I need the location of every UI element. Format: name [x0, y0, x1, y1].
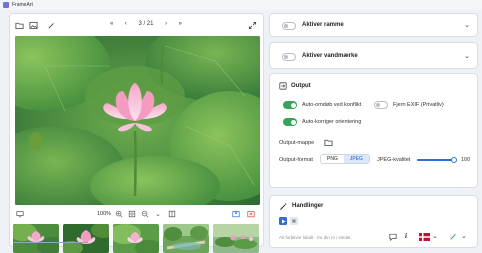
- chevron-down-icon[interactable]: ⌄: [464, 52, 470, 60]
- jpeg-quality-slider[interactable]: [417, 159, 455, 161]
- info-icon[interactable]: i: [405, 232, 407, 240]
- format-option-jpeg[interactable]: JPEG: [343, 155, 369, 163]
- frame-card: Aktiver ramme ⌄: [269, 13, 478, 37]
- compare-icon[interactable]: [167, 209, 177, 219]
- chevron-down-icon[interactable]: ⌄: [461, 232, 467, 240]
- fit-screen-icon[interactable]: [15, 209, 25, 219]
- magic-wand-icon: [279, 202, 288, 213]
- thumbnail-lotus-pink-2[interactable]: [63, 224, 109, 253]
- format-option-png[interactable]: PNG: [321, 155, 344, 163]
- thumbnail-scrollbar[interactable]: [13, 242, 88, 243]
- magic-wand-icon[interactable]: [45, 19, 57, 31]
- frame-label: Aktiver ramme: [302, 22, 344, 28]
- next-page-button[interactable]: ›: [165, 21, 167, 27]
- preview-toolbar: « ‹ 3 / 21 › »: [10, 14, 265, 36]
- image-pager: « ‹ 3 / 21 › »: [110, 21, 182, 27]
- actions-title: Handlinger: [292, 203, 324, 209]
- strip-exif-toggle[interactable]: [374, 101, 388, 109]
- title-bar: FrameArt: [0, 0, 482, 10]
- jpeg-quality-value: 100: [461, 157, 471, 163]
- add-image-icon[interactable]: [27, 19, 39, 31]
- app-logo-icon: [3, 2, 9, 8]
- export-image-icon[interactable]: [231, 209, 241, 219]
- output-format-label: Output-format: [279, 157, 313, 163]
- actions-card: Handlinger Alt forbliver lokalt - for di…: [269, 195, 478, 248]
- jpeg-quality-label: JPEG-kvalitet: [377, 157, 411, 163]
- thumbnail-lotus-pink-3[interactable]: [113, 224, 159, 253]
- fullscreen-icon[interactable]: [246, 19, 258, 31]
- strip-exif-label: Fjern EXIF (Privatliv): [393, 102, 444, 108]
- watermark-toggle[interactable]: [282, 53, 296, 61]
- preview-panel: « ‹ 3 / 21 › » 100% ⌄: [9, 13, 265, 253]
- format-selector: PNG JPEG: [320, 154, 370, 164]
- output-icon: [279, 82, 287, 92]
- chevron-down-icon[interactable]: ⌄: [464, 21, 470, 29]
- zoom-out-icon[interactable]: [140, 209, 150, 219]
- remove-image-icon[interactable]: [246, 209, 256, 219]
- auto-orient-label: Auto-korriger orientering: [302, 119, 362, 125]
- auto-rename-label: Auto-omdøb ved konflikt: [302, 102, 362, 108]
- last-page-button[interactable]: »: [179, 21, 182, 27]
- zoom-fit-icon[interactable]: [127, 209, 137, 219]
- zoom-level: 100%: [97, 211, 112, 217]
- danish-flag-icon[interactable]: [419, 233, 430, 243]
- zoom-bar: 100% ⌄: [10, 208, 265, 220]
- output-title: Output: [291, 83, 311, 89]
- comment-icon[interactable]: [389, 233, 397, 243]
- zoom-in-icon[interactable]: [114, 209, 124, 219]
- thumbnail-strip: [13, 224, 263, 253]
- first-page-button[interactable]: «: [110, 21, 113, 27]
- play-button[interactable]: [279, 217, 287, 225]
- prev-page-button[interactable]: ‹: [125, 21, 127, 27]
- privacy-note: Alt forbliver lokalt - for din ro i sind…: [279, 235, 352, 240]
- stop-button[interactable]: [290, 217, 298, 225]
- thumbnail-lotus-pink-1[interactable]: [13, 224, 59, 253]
- open-folder-icon[interactable]: [13, 19, 25, 31]
- output-card: Output Auto-omdøb ved konflikt Fjern EXI…: [269, 73, 478, 188]
- auto-rename-toggle[interactable]: [283, 101, 297, 109]
- main-preview-image: [15, 36, 260, 205]
- chevron-down-icon[interactable]: ⌄: [153, 209, 163, 219]
- thumbnail-lotus-garden[interactable]: [163, 224, 209, 253]
- auto-orient-toggle[interactable]: [283, 118, 297, 126]
- frame-toggle[interactable]: [282, 22, 296, 30]
- folder-icon[interactable]: [324, 138, 333, 149]
- chevron-down-icon[interactable]: ⌄: [432, 232, 438, 240]
- watermark-label: Aktiver vandmærke: [302, 53, 358, 59]
- jpeg-quality-slider-handle[interactable]: [451, 157, 457, 163]
- output-folder-label: Output-mappe: [279, 140, 315, 146]
- watermark-card: Aktiver vandmærke ⌄: [269, 42, 478, 69]
- page-indicator: 3 / 21: [138, 21, 154, 27]
- theme-icon[interactable]: [449, 233, 457, 243]
- app-title: FrameArt: [12, 2, 33, 8]
- thumbnail-lotus-pond[interactable]: [213, 224, 259, 253]
